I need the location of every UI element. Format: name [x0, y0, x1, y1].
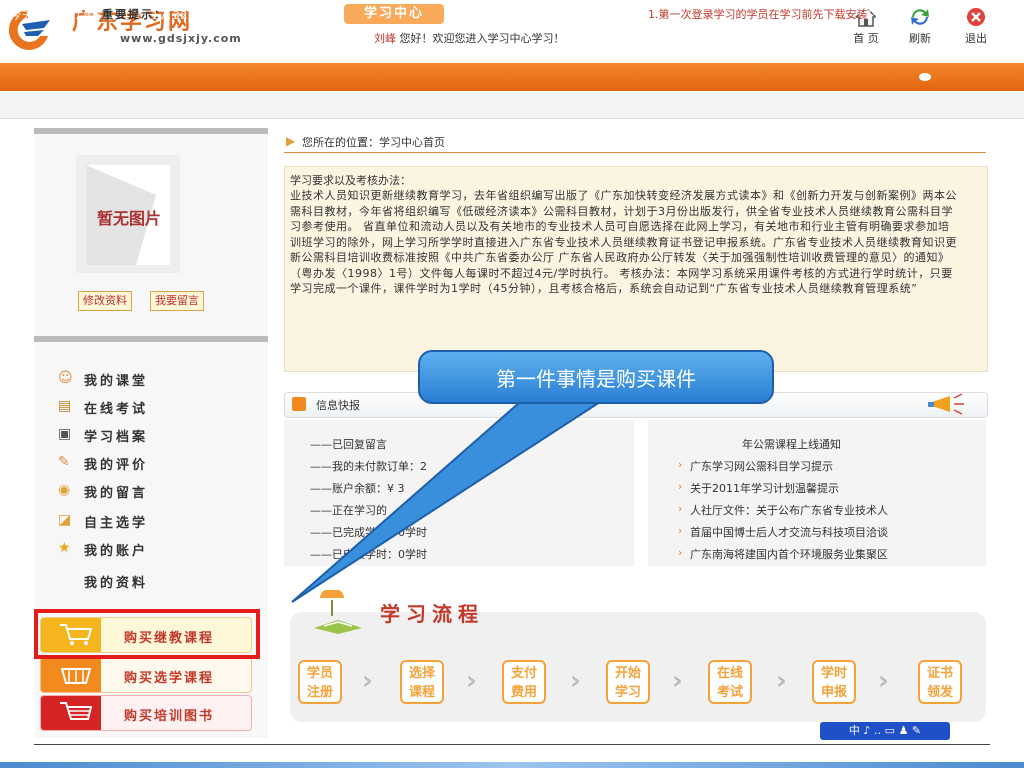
bullet-arrow-icon: ›	[678, 546, 683, 559]
flow-chevron-icon: ›	[878, 666, 889, 696]
sidebar-item-my-account[interactable]: 我的账户	[84, 540, 148, 559]
sidebar-item-my-evaluation[interactable]: 我的评价	[84, 454, 148, 473]
sidebar-divider	[34, 336, 268, 342]
location-pointer-icon: ▶	[286, 134, 296, 148]
basket-icon	[60, 668, 92, 684]
ime-toolbar[interactable]: 中 ♪ ‥ ▭ ♟ ✎	[820, 722, 950, 740]
bullet-arrow-icon: ›	[678, 458, 683, 471]
flow-chevron-icon: ›	[776, 666, 787, 696]
sidebar-item-my-profile[interactable]: 我的资料	[84, 572, 148, 591]
flow-step-hours-report[interactable]: 学时 申报	[812, 660, 856, 704]
news-link[interactable]: 广东南海将建国内首个环境服务业集聚区	[690, 546, 888, 562]
edit-profile-button[interactable]: 修改资料	[78, 291, 132, 311]
footer-strip	[0, 762, 1024, 768]
highlight-box	[34, 609, 260, 659]
flow-chevron-icon: ›	[466, 666, 477, 696]
study-flow-title: 学习流程	[380, 602, 484, 626]
footer-divider	[34, 744, 990, 745]
message-icon: ◉	[58, 482, 71, 498]
leave-message-button[interactable]: 我要留言	[150, 291, 204, 311]
notice-bar	[0, 93, 1024, 119]
news-link[interactable]: 首届中国博士后人才交流与科技项目洽谈	[690, 524, 888, 540]
notice-label: 重要提示：	[102, 8, 167, 21]
nav-select-course[interactable]: 选购课程	[470, 4, 550, 24]
buy-training-books-label: 购买培训图书	[124, 709, 215, 724]
notice-text[interactable]: 1.第一次登录学习的学员在学习前先下载安装	[648, 6, 868, 22]
user-name: 刘峰	[374, 32, 396, 45]
archive-icon: ▣	[58, 426, 72, 442]
list-item[interactable]: ——已完成学时：0学时	[310, 524, 427, 540]
evaluation-icon: ✎	[58, 454, 70, 470]
flow-chevron-icon: ›	[570, 666, 581, 696]
list-item[interactable]: ——正在学习的	[310, 502, 387, 518]
news-link[interactable]: 广东学习网公需科目学习提示	[690, 458, 833, 474]
flow-step-start-study[interactable]: 开始 学习	[606, 660, 650, 704]
home-label: 首 页	[853, 32, 879, 45]
study-requirements-title: 学习要求以及考核办法：	[290, 174, 411, 187]
chat-bubble-icon	[919, 73, 931, 81]
nav-study-center[interactable]: 学习中心	[344, 4, 444, 24]
welcome-text: 您好！欢迎您进入学习中心学习！	[399, 32, 565, 45]
sidebar-item-study-archive[interactable]: 学习档案	[84, 426, 148, 445]
news-flash-icon	[292, 397, 306, 411]
flow-step-register[interactable]: 学员 注册	[298, 660, 342, 704]
callout-bubble: 第一件事情是购买课件	[418, 350, 774, 404]
list-item[interactable]: ——账户余额：¥ 3	[310, 480, 405, 496]
news-link[interactable]: 人社厅文件：关于公布广东省专业技术人	[690, 502, 888, 518]
account-icon: ★	[58, 540, 71, 556]
sidebar-item-my-classroom[interactable]: 我的课堂	[84, 370, 148, 389]
bullet-arrow-icon: ›	[678, 480, 683, 493]
flow-step-online-exam[interactable]: 在线 考试	[708, 660, 752, 704]
bullet-arrow-icon: ›	[678, 502, 683, 515]
main-nav-bar	[0, 63, 1024, 91]
avatar-placeholder-text: 暂无图片	[96, 209, 161, 228]
sidebar-item-my-messages[interactable]: 我的留言	[84, 482, 148, 501]
flow-step-payment[interactable]: 支付 费用	[502, 660, 546, 704]
sidebar-item-online-exam[interactable]: 在线考试	[84, 398, 148, 417]
buy-elective-course-label: 购买选学课程	[124, 671, 215, 686]
flow-chevron-icon: ›	[672, 666, 683, 696]
study-requirements-body: 业技术人员知识更新继续教育学习，去年省组织编写出版了《广东加快转变经济发展方式读…	[290, 189, 957, 295]
study-lamp-icon	[314, 590, 362, 634]
list-item[interactable]: ——已回复留言	[310, 436, 387, 452]
news-link[interactable]: 关于2011年学习计划温馨提示	[690, 480, 839, 496]
list-item[interactable]: ——已申报学时：0学时	[310, 546, 427, 562]
list-item[interactable]: ——我的未付款订单：2	[310, 458, 427, 474]
refresh-label: 刷新	[909, 32, 931, 45]
exit-button[interactable]: 退出	[956, 6, 996, 46]
classroom-icon: ☺	[58, 370, 73, 386]
news-flash-title: 信息快报	[316, 399, 360, 412]
news-link[interactable]: 年公需课程上线通知	[742, 436, 841, 452]
bullet-arrow-icon: ›	[678, 524, 683, 537]
welcome-message: 刘峰 您好！欢迎您进入学习中心学习！	[374, 30, 565, 46]
megaphone-icon	[928, 393, 964, 415]
flow-step-certificate[interactable]: 证书 领发	[918, 660, 962, 704]
site-url: www.gdsjxjy.com	[120, 32, 242, 45]
sidebar-top-border	[34, 128, 268, 134]
breadcrumb-text: 您所在的位置：学习中心首页	[302, 136, 445, 149]
flow-chevron-icon: ›	[362, 666, 373, 696]
sidebar-item-self-study[interactable]: 自主选学	[84, 512, 148, 531]
exit-label: 退出	[965, 32, 987, 45]
shopping-cart-icon	[60, 702, 93, 720]
exit-icon	[967, 8, 985, 26]
self-study-icon: ◪	[58, 512, 72, 528]
flow-step-select-course[interactable]: 选择 课程	[400, 660, 444, 704]
exam-book-icon: ▤	[58, 398, 72, 414]
